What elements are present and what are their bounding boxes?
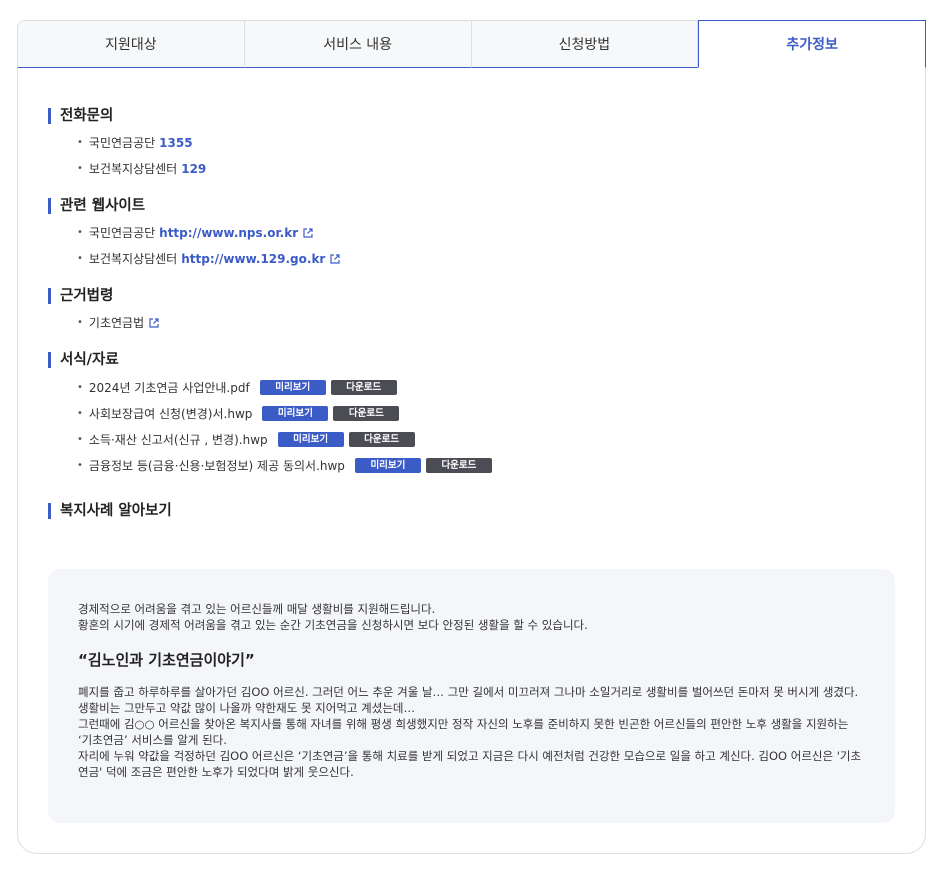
case-paragraph: 폐지를 줍고 하루하루를 살아가던 김OO 어르신. 그러던 어느 추운 겨울 … [78, 685, 859, 715]
website-label: 국민연금공단 [88, 226, 156, 240]
download-button[interactable]: 다운로드 [333, 406, 400, 421]
preview-button[interactable]: 미리보기 [277, 432, 344, 447]
section-title-phone: 전화문의 [48, 108, 898, 124]
additional-info-panel: 전화문의 국민연금공단 1355 보건복지상담센터 129 관련 웹사이트 국민… [48, 108, 898, 541]
file-name: 금융정보 등(금융·신용·보험정보) 제공 동의서.hwp [88, 458, 345, 473]
list-item: 기초연금법 [77, 316, 898, 330]
download-button[interactable]: 다운로드 [348, 432, 415, 447]
file-row: 사회보장급여 신청(변경)서.hwp 미리보기 다운로드 [77, 406, 898, 421]
tab-eligibility[interactable]: 지원대상 [17, 20, 245, 68]
list-item: 국민연금공단 1355 [77, 136, 898, 150]
cases-section: 복지사례 알아보기 [48, 503, 898, 519]
case-paragraph: 그런때에 김○○ 어르신을 찾아온 복지사를 통해 자녀를 위해 평생 희생했지… [78, 717, 849, 747]
website-link-nps[interactable]: http://www.nps.or.kr [159, 226, 298, 240]
section-title-forms: 서식/자료 [48, 352, 898, 368]
section-title-websites: 관련 웹사이트 [48, 198, 898, 214]
case-intro-line: 황혼의 시기에 경제적 어려움을 겪고 있는 순간 기초연금을 신청하시면 보다… [78, 618, 588, 632]
tab-additional-info[interactable]: 추가정보 [698, 20, 926, 68]
preview-button[interactable]: 미리보기 [262, 406, 329, 421]
websites-section: 관련 웹사이트 국민연금공단 http://www.nps.or.kr 보건복지… [48, 198, 898, 266]
preview-button[interactable]: 미리보기 [259, 380, 326, 395]
download-button[interactable]: 다운로드 [425, 458, 492, 473]
law-link[interactable]: 기초연금법 [89, 316, 144, 330]
phone-number[interactable]: 1355 [159, 136, 192, 150]
external-link-icon[interactable] [149, 318, 159, 328]
forms-section: 서식/자료 2024년 기초연금 사업안내.pdf 미리보기 다운로드 사회보장… [48, 352, 898, 473]
case-intro-line: 경제적으로 어려움을 겪고 있는 어르신들께 매달 생활비를 지원해드립니다. [78, 602, 436, 616]
file-name: 사회보장급여 신청(변경)서.hwp [88, 406, 253, 421]
file-row: 금융정보 등(금융·신용·보험정보) 제공 동의서.hwp 미리보기 다운로드 [77, 458, 898, 473]
list-item: 보건복지상담센터 129 [77, 162, 898, 176]
website-link-129[interactable]: http://www.129.go.kr [181, 252, 325, 266]
file-name: 소득·재산 신고서(신규 , 변경).hwp [88, 432, 268, 447]
list-item: 국민연금공단 http://www.nps.or.kr [77, 226, 898, 240]
phone-label: 보건복지상담센터 [88, 162, 178, 176]
case-paragraph: 자리에 누워 약값을 걱정하던 김OO 어르신은 ‘기초연금’을 통해 치료를 … [78, 749, 862, 779]
phone-label: 국민연금공단 [88, 136, 156, 150]
case-story-box: 경제적으로 어려움을 겪고 있는 어르신들께 매달 생활비를 지원해드립니다. … [48, 569, 895, 823]
tab-application[interactable]: 신청방법 [471, 20, 699, 68]
tab-service-content[interactable]: 서비스 내용 [244, 20, 472, 68]
external-link-icon[interactable] [330, 254, 340, 264]
tab-bar: 지원대상 서비스 내용 신청방법 추가정보 [17, 20, 926, 68]
section-title-cases: 복지사례 알아보기 [48, 503, 898, 519]
case-story-title: “김노인과 기초연금이야기” [78, 651, 255, 669]
website-label: 보건복지상담센터 [88, 252, 178, 266]
download-button[interactable]: 다운로드 [330, 380, 397, 395]
file-name: 2024년 기초연금 사업안내.pdf [88, 380, 250, 395]
phone-section: 전화문의 국민연금공단 1355 보건복지상담센터 129 [48, 108, 898, 176]
file-row: 2024년 기초연금 사업안내.pdf 미리보기 다운로드 [77, 380, 898, 395]
list-item: 보건복지상담센터 http://www.129.go.kr [77, 252, 898, 266]
case-story-body: 폐지를 줍고 하루하루를 살아가던 김OO 어르신. 그러던 어느 추운 겨울 … [78, 684, 865, 780]
laws-section: 근거법령 기초연금법 [48, 288, 898, 330]
preview-button[interactable]: 미리보기 [354, 458, 421, 473]
section-title-laws: 근거법령 [48, 288, 898, 304]
external-link-icon[interactable] [303, 228, 313, 238]
file-row: 소득·재산 신고서(신규 , 변경).hwp 미리보기 다운로드 [77, 432, 898, 447]
phone-number[interactable]: 129 [181, 162, 206, 176]
